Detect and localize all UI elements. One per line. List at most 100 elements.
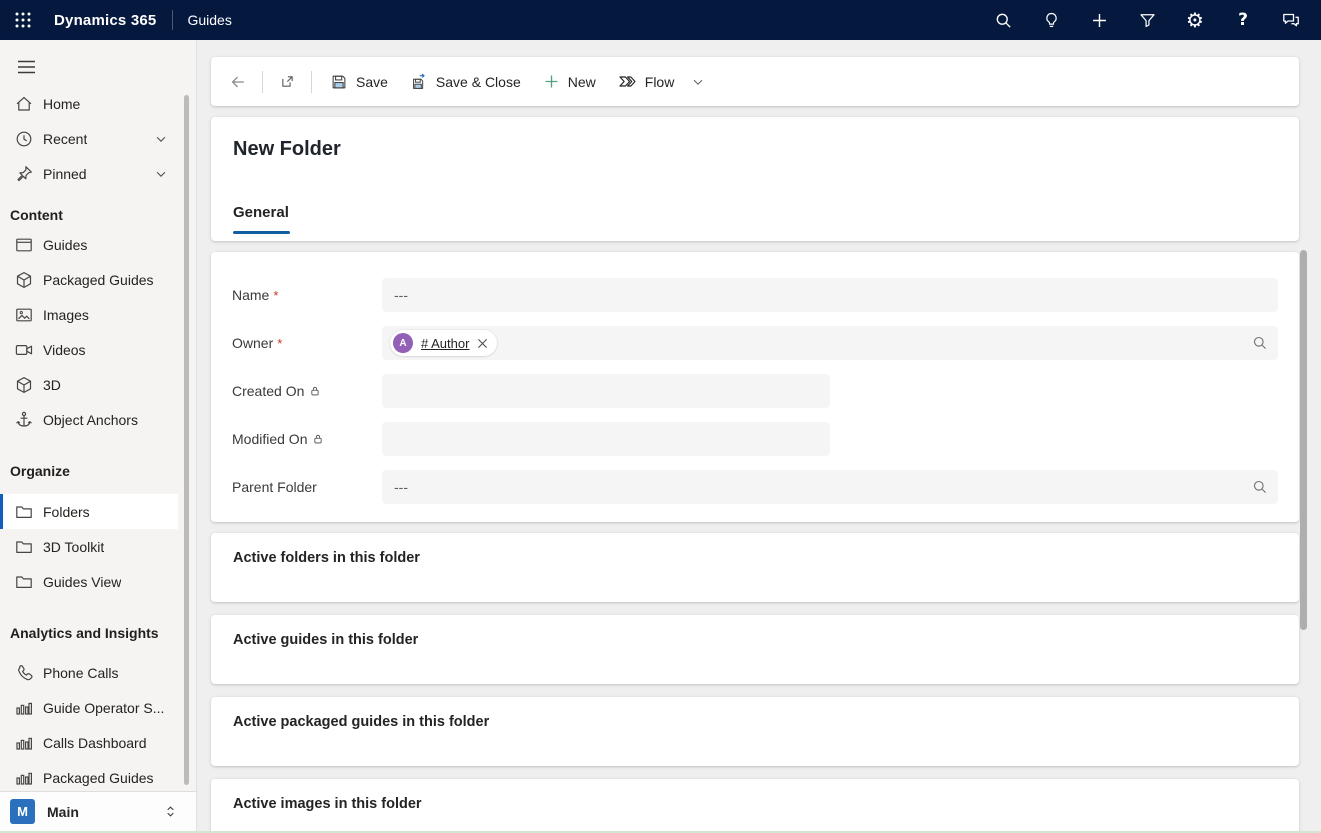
app-launcher-waffle-icon[interactable] xyxy=(0,0,46,40)
parent-folder-lookup-field[interactable]: --- xyxy=(382,470,1278,504)
sidebar-item-3d[interactable]: 3D xyxy=(0,367,178,402)
sidebar-item-label: Images xyxy=(43,307,89,323)
feedback-button[interactable] xyxy=(1275,0,1307,40)
back-button[interactable] xyxy=(221,65,255,99)
sidebar-item-label: Guide Operator S... xyxy=(43,700,164,716)
lock-icon xyxy=(312,433,324,445)
chevron-down-icon[interactable] xyxy=(154,132,168,146)
plus-icon xyxy=(543,73,560,90)
save-button[interactable]: Save xyxy=(319,65,399,99)
created-on-input[interactable] xyxy=(382,374,830,408)
field-row-name: Name * --- xyxy=(232,278,1278,312)
phone-icon xyxy=(14,663,34,683)
owner-record-link[interactable]: # Author xyxy=(421,336,469,351)
sidebar-item-folders[interactable]: Folders xyxy=(0,494,178,529)
active-tab-indicator xyxy=(233,231,290,234)
site-map-sidebar: Home Recent Pinned Content Guides Packag… xyxy=(0,40,197,833)
field-row-parent-folder: Parent Folder --- xyxy=(232,470,1278,504)
folder-icon xyxy=(14,537,34,557)
sidebar-item-home[interactable]: Home xyxy=(0,86,178,121)
pin-icon xyxy=(14,164,34,184)
settings-button[interactable]: ⚙ xyxy=(1179,0,1211,40)
image-icon xyxy=(14,305,34,325)
app-title[interactable]: Dynamics 365 xyxy=(54,12,156,29)
modified-on-label-text: Modified On xyxy=(232,431,307,447)
name-input[interactable]: --- xyxy=(382,278,1278,312)
field-label-created-on: Created On xyxy=(232,383,382,399)
save-close-icon xyxy=(410,73,428,91)
ideas-button[interactable] xyxy=(1035,0,1067,40)
field-row-created-on: Created On xyxy=(232,374,1278,408)
sidebar-item-guide-operator-sessions[interactable]: Guide Operator S... xyxy=(0,690,178,725)
open-in-new-window-button[interactable] xyxy=(270,65,304,99)
remove-owner-icon[interactable] xyxy=(477,338,488,349)
sidebar-item-packaged-guides[interactable]: Packaged Guides xyxy=(0,262,178,297)
chevron-down-icon xyxy=(691,75,705,89)
new-button[interactable]: New xyxy=(532,65,607,99)
sidebar-item-recent[interactable]: Recent xyxy=(0,121,178,156)
sidebar-scrollbar[interactable] xyxy=(184,95,189,785)
current-area-name[interactable]: Guides xyxy=(187,12,231,28)
sidebar-item-label: Packaged Guides xyxy=(43,272,154,288)
subgrid-active-packaged-guides: Active packaged guides in this folder xyxy=(211,697,1299,766)
search-button[interactable] xyxy=(987,0,1019,40)
sidebar-item-label: Pinned xyxy=(43,166,87,182)
record-header-card: New Folder General xyxy=(211,117,1299,241)
subgrid-title: Active packaged guides in this folder xyxy=(233,714,489,730)
sidebar-item-guides[interactable]: Guides xyxy=(0,227,178,262)
sidebar-item-packaged-guides-dashboard[interactable]: Packaged Guides xyxy=(0,760,178,795)
sidebar-item-phone-calls[interactable]: Phone Calls xyxy=(0,655,178,690)
sidebar-section-content: Content xyxy=(0,203,196,227)
anchor-icon xyxy=(14,410,34,430)
owner-avatar: A xyxy=(393,333,413,353)
sidebar-item-object-anchors[interactable]: Object Anchors xyxy=(0,402,178,437)
sidebar-item-3d-toolkit[interactable]: 3D Toolkit xyxy=(0,529,178,564)
new-button-label: New xyxy=(568,74,596,90)
add-icon xyxy=(1090,11,1109,30)
sidebar-item-videos[interactable]: Videos xyxy=(0,332,178,367)
topbar-actions: ⚙ ? xyxy=(971,0,1321,40)
home-icon xyxy=(14,94,34,114)
parent-folder-search-icon[interactable] xyxy=(1252,479,1268,495)
feedback-icon xyxy=(1281,10,1301,30)
help-button[interactable]: ? xyxy=(1227,0,1259,40)
command-bar: Save Save & Close New Flow xyxy=(211,57,1299,106)
topbar-divider xyxy=(172,10,173,30)
back-arrow-icon xyxy=(229,73,247,91)
filter-button[interactable] xyxy=(1131,0,1163,40)
flow-icon xyxy=(618,73,637,90)
chevron-down-icon[interactable] xyxy=(154,167,168,181)
sidebar-item-images[interactable]: Images xyxy=(0,297,178,332)
flow-button-label: Flow xyxy=(645,74,675,90)
environment-label: Main xyxy=(47,804,79,820)
lock-icon xyxy=(309,385,321,397)
environment-switcher[interactable]: M Main xyxy=(0,791,196,831)
created-on-label-text: Created On xyxy=(232,383,304,399)
sidebar-item-calls-dashboard[interactable]: Calls Dashboard xyxy=(0,725,178,760)
save-button-label: Save xyxy=(356,74,388,90)
flow-button[interactable]: Flow xyxy=(607,65,686,99)
subgrid-active-images: Active images in this folder xyxy=(211,779,1299,833)
subgrid-title: Active folders in this folder xyxy=(233,550,420,566)
tab-general[interactable]: General xyxy=(233,204,290,234)
double-chevron-icon xyxy=(163,804,178,819)
subgrid-title: Active images in this folder xyxy=(233,796,422,812)
top-navigation-bar: Dynamics 365 Guides ⚙ ? xyxy=(0,0,1321,40)
owner-lookup-search-icon[interactable] xyxy=(1252,335,1268,351)
owner-lookup-field[interactable]: A # Author xyxy=(382,326,1278,360)
save-and-close-button[interactable]: Save & Close xyxy=(399,65,532,99)
commandbar-overflow-button[interactable] xyxy=(685,65,711,99)
search-icon xyxy=(994,11,1013,30)
owner-record-pill[interactable]: A # Author xyxy=(390,330,497,356)
quick-create-button[interactable] xyxy=(1083,0,1115,40)
main-scrollbar[interactable] xyxy=(1300,250,1307,630)
sidebar-section-analytics: Analytics and Insights xyxy=(0,621,196,645)
menu-icon xyxy=(17,60,36,74)
settings-icon: ⚙ xyxy=(1186,10,1204,30)
sidebar-item-pinned[interactable]: Pinned xyxy=(0,156,178,191)
commandbar-divider xyxy=(311,71,312,93)
sidebar-item-label: Guides xyxy=(43,237,87,253)
sidebar-item-guides-view[interactable]: Guides View xyxy=(0,564,178,599)
collapse-sitemap-button[interactable] xyxy=(12,55,40,79)
modified-on-input[interactable] xyxy=(382,422,830,456)
